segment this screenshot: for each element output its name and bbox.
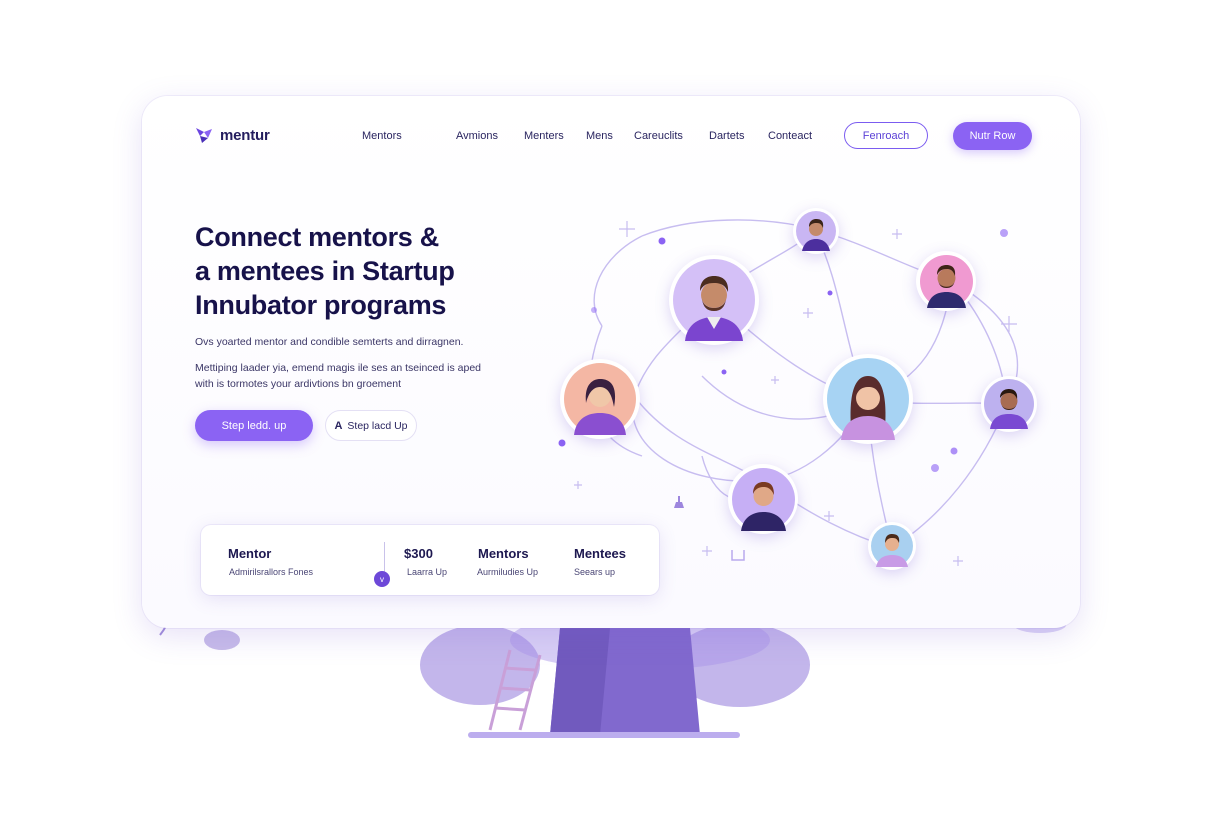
- avatar-icon: [984, 379, 1034, 429]
- nav-item-avmions[interactable]: Avmions: [456, 130, 498, 142]
- stat-title: $300: [404, 546, 433, 561]
- avatar[interactable]: [916, 251, 976, 311]
- stat-subtitle: Admirilsrallors Fones: [229, 567, 314, 577]
- nav-item-careuclits[interactable]: Careuclits: [634, 130, 683, 142]
- stat-subtitle: Laarra Up: [407, 567, 448, 577]
- brand-name: mentur: [220, 126, 270, 144]
- bracket-icon: [731, 550, 745, 561]
- hero-body-line: with is tormotes your ardivtions bn groe…: [195, 378, 402, 390]
- avatar[interactable]: [793, 208, 839, 254]
- stat-subtitle: Aurmiludies Up: [477, 567, 539, 577]
- headline-line: a mentees in Startup: [195, 256, 455, 286]
- secondary-cta-icon: A: [334, 419, 343, 432]
- stat-title: Mentor: [228, 546, 272, 561]
- nav-item-mens[interactable]: Mens: [586, 130, 613, 142]
- nav-item-menters[interactable]: Menters: [524, 130, 564, 142]
- hero-subtitle: Ovs yoarted mentor and condible semterts…: [195, 336, 464, 348]
- avatar-icon: [673, 259, 755, 341]
- badge-icon: [674, 496, 684, 508]
- hero-card: mentur Mentors Avmions Menters Mens Care…: [142, 96, 1080, 628]
- hero-body: Mettiping laader yia, emend magis ile se…: [195, 360, 481, 392]
- stat-title: Mentors: [478, 546, 529, 561]
- avatar-icon: [827, 358, 909, 440]
- avatar-icon: [796, 211, 836, 251]
- headline-line: Connect mentors &: [195, 222, 439, 252]
- avatar[interactable]: [669, 255, 759, 345]
- header-outline-button[interactable]: Fenroach: [844, 122, 928, 149]
- nav-item-conteact[interactable]: Conteact: [768, 130, 812, 142]
- headline-line: Innubator programs: [195, 290, 447, 320]
- stat-chip[interactable]: v: [374, 571, 390, 587]
- secondary-cta-label: Step lacd Up: [347, 419, 408, 432]
- avatar[interactable]: [823, 354, 913, 444]
- avatar-icon: [564, 363, 636, 435]
- header-cta-button[interactable]: Nutr Row: [953, 122, 1032, 150]
- nav-item-mentors[interactable]: Mentors: [362, 130, 402, 142]
- nav-item-dartets[interactable]: Dartets: [709, 130, 744, 142]
- secondary-cta-button[interactable]: A Step lacd Up: [325, 410, 417, 441]
- avatar[interactable]: [728, 464, 798, 534]
- brand-logo[interactable]: mentur: [194, 126, 270, 144]
- avatar-icon: [919, 254, 973, 308]
- avatar[interactable]: [560, 359, 640, 439]
- avatar[interactable]: [981, 376, 1037, 432]
- page-title: Connect mentors & a mentees in Startup I…: [195, 220, 555, 322]
- logo-icon: [196, 128, 212, 143]
- primary-cta-button[interactable]: Step ledd. up: [195, 410, 313, 441]
- avatar-icon: [871, 525, 913, 567]
- avatar-icon: [731, 467, 795, 531]
- hero-body-line: Mettiping laader yia, emend magis ile se…: [195, 362, 481, 374]
- avatar[interactable]: [868, 522, 916, 570]
